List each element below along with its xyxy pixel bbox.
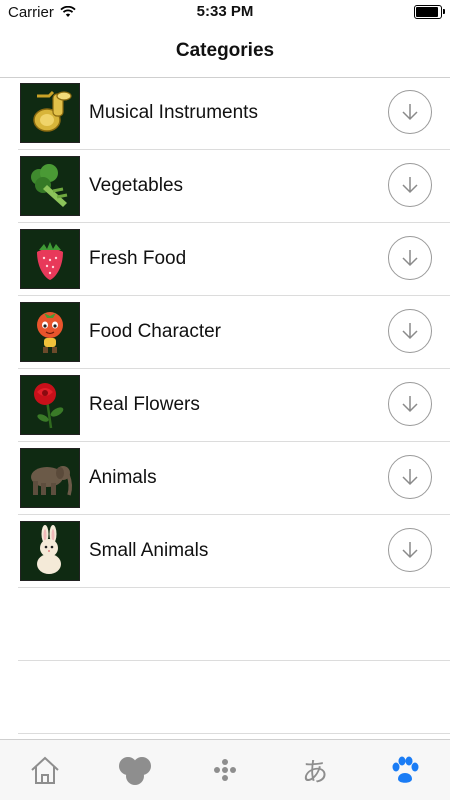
- download-arrow-icon: [402, 469, 418, 486]
- tomato-character-icon: [20, 302, 80, 362]
- strawberry-icon: [20, 229, 80, 289]
- tab-circles[interactable]: [90, 740, 180, 800]
- tab-kana[interactable]: あ: [270, 740, 360, 800]
- tab-home[interactable]: [0, 740, 90, 800]
- category-label: Animals: [89, 467, 157, 488]
- category-row-fresh-food[interactable]: Fresh Food: [18, 223, 450, 296]
- download-arrow-icon: [402, 323, 418, 340]
- hiragana-icon: あ: [301, 757, 328, 788]
- rose-icon: [20, 375, 80, 435]
- battery-icon: [414, 5, 445, 19]
- tuba-icon: [20, 83, 80, 143]
- battery-level: [416, 7, 438, 17]
- category-row-food-character[interactable]: Food Character: [18, 296, 450, 369]
- paw-icon: [392, 756, 419, 783]
- download-button[interactable]: [388, 528, 432, 572]
- page-title: Categories: [175, 39, 275, 61]
- home-icon: [31, 756, 59, 784]
- download-arrow-icon: [402, 542, 418, 559]
- download-arrow-icon: [402, 396, 418, 413]
- download-button[interactable]: [388, 455, 432, 499]
- category-row-vegetables[interactable]: Vegetables: [18, 150, 450, 223]
- download-arrow-icon: [402, 250, 418, 267]
- tab-bar: あ: [0, 739, 450, 800]
- category-row-real-flowers[interactable]: Real Flowers: [18, 369, 450, 442]
- download-button[interactable]: [388, 309, 432, 353]
- download-button[interactable]: [388, 236, 432, 280]
- status-time: 5:33 PM: [196, 3, 254, 20]
- category-label: Fresh Food: [89, 248, 187, 269]
- broccoli-icon: [20, 156, 80, 216]
- download-arrow-icon: [402, 177, 418, 194]
- category-label: Musical Instruments: [89, 102, 258, 123]
- category-row-animals[interactable]: Animals: [18, 442, 450, 515]
- download-button[interactable]: [388, 382, 432, 426]
- empty-row: [18, 588, 450, 661]
- circles-icon: [119, 757, 151, 785]
- download-button[interactable]: [388, 163, 432, 207]
- download-button[interactable]: [388, 90, 432, 134]
- download-arrow-icon: [402, 104, 418, 121]
- navigation-bar: Categories: [0, 24, 450, 78]
- category-list: Musical Instruments Vegetables Fresh Foo…: [0, 77, 450, 734]
- elephant-icon: [20, 448, 80, 508]
- tab-paw[interactable]: [360, 740, 450, 800]
- category-label: Small Animals: [89, 540, 209, 561]
- category-row-small-animals[interactable]: Small Animals: [18, 515, 450, 588]
- category-label: Real Flowers: [89, 394, 200, 415]
- category-label: Food Character: [89, 321, 222, 342]
- empty-row: [18, 661, 450, 734]
- status-bar: Carrier 5:33 PM: [0, 0, 450, 24]
- dots-icon: [214, 759, 236, 781]
- category-row-musical-instruments[interactable]: Musical Instruments: [18, 77, 450, 150]
- category-label: Vegetables: [89, 175, 184, 196]
- rabbit-icon: [20, 521, 80, 581]
- tab-dots[interactable]: [180, 740, 270, 800]
